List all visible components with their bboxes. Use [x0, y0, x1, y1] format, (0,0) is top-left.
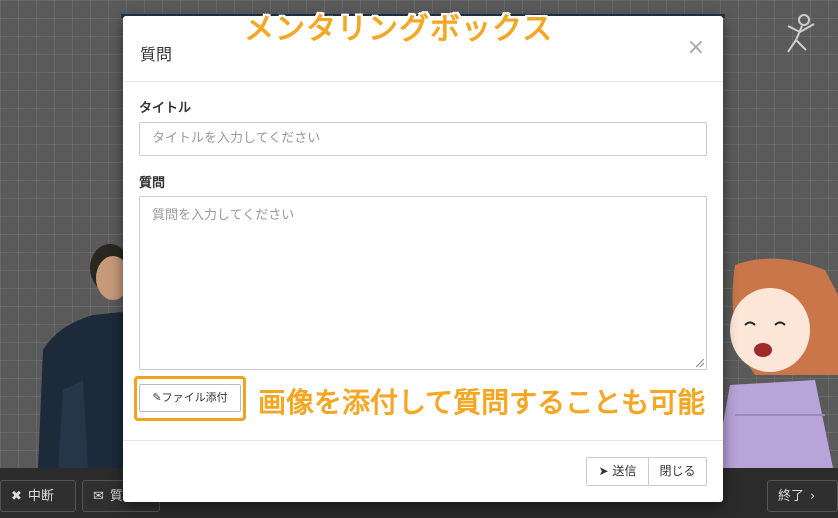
- chevron-right-icon: ›: [810, 489, 816, 504]
- resize-handle-icon[interactable]: [696, 359, 704, 367]
- fighter-icon: [787, 14, 815, 53]
- stop-button[interactable]: ✖ 中断: [0, 480, 76, 512]
- question-label: 質: [109, 489, 123, 504]
- close-button[interactable]: 閉じる: [648, 457, 707, 486]
- envelope-icon: ✉: [93, 489, 104, 504]
- attach-label: ファイル添付: [161, 391, 228, 404]
- title-input[interactable]: タイトルを入力してください: [139, 122, 707, 156]
- question-field-label: 質問: [139, 176, 166, 191]
- paperclip-icon: ✎: [152, 391, 162, 404]
- cartoon-girl-image: [715, 258, 838, 468]
- question-textarea[interactable]: 質問を入力してください: [139, 196, 707, 370]
- overlay-heading: メンタリングボックス: [244, 12, 554, 47]
- question-placeholder: 質問を入力してください: [152, 208, 295, 223]
- x-icon: ✖: [11, 489, 22, 504]
- overlay-caption: 画像を添付して質問することも可能: [258, 386, 706, 419]
- title-field-label: タイトル: [139, 101, 192, 116]
- send-button[interactable]: ➤ 送信: [586, 457, 649, 486]
- end-label: 終了: [778, 489, 805, 504]
- presenter-image: [38, 244, 138, 470]
- question-modal: 質問 × タイトル タイトルを入力してください 質問 質問を入力してください ✎…: [123, 16, 723, 502]
- modal-footer: ➤ 送信 閉じる: [123, 440, 723, 503]
- send-label: 送信: [612, 464, 637, 478]
- close-icon[interactable]: ×: [687, 37, 705, 59]
- paper-plane-icon: ➤: [598, 464, 609, 478]
- attach-file-button[interactable]: ✎ファイル添付: [139, 384, 241, 412]
- end-button[interactable]: 終了 ›: [767, 480, 838, 512]
- stop-label: 中断: [27, 489, 54, 504]
- modal-title: 質問: [140, 45, 173, 64]
